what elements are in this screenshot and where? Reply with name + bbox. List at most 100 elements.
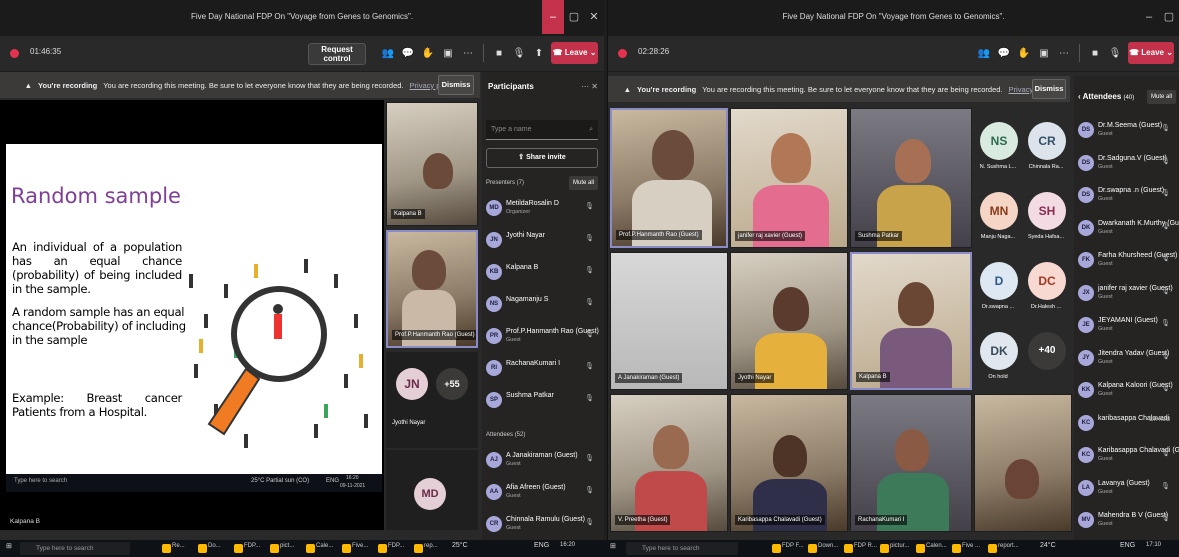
- mute-all-button[interactable]: Mute all: [1146, 90, 1176, 104]
- taskbar-app[interactable]: pict...: [268, 543, 294, 554]
- avatar-d[interactable]: D: [980, 262, 1018, 300]
- mic-muted-icon[interactable]: 🎙: [1161, 287, 1170, 295]
- people-icon[interactable]: 👥: [976, 44, 992, 64]
- camera-icon[interactable]: ■: [491, 44, 507, 64]
- camera-icon[interactable]: ■: [1087, 44, 1103, 64]
- people-icon[interactable]: 👥: [380, 44, 396, 64]
- taskbar-app[interactable]: FDP...: [376, 543, 404, 554]
- mic-muted-icon[interactable]: 🎙: [1161, 449, 1170, 457]
- mic-muted-icon[interactable]: 🎙: [1161, 514, 1170, 522]
- video-tile-preetha[interactable]: V. Preetha (Guest): [610, 394, 728, 532]
- participant-row[interactable]: DS Dr.swapna .n (Guest) Guest 🎙: [1074, 181, 1179, 213]
- video-tile-jyothi[interactable]: Jyothi Nayar: [730, 252, 848, 390]
- video-tile-sushma[interactable]: Sushma Patkar: [850, 108, 972, 248]
- avatar-cr[interactable]: CR: [1028, 122, 1066, 160]
- participant-row[interactable]: SP Sushma Patkar 🎙: [482, 386, 604, 418]
- participant-row[interactable]: JX janifer raj xavier (Guest) Guest 🎙: [1074, 279, 1179, 311]
- avatar-md[interactable]: MD: [414, 478, 446, 510]
- mic-muted-icon[interactable]: 🎙: [1161, 352, 1170, 360]
- overflow-count[interactable]: +40: [1028, 332, 1066, 370]
- participant-row[interactable]: AA Afia Afreen (Guest) Guest 🎙: [482, 478, 604, 510]
- mic-muted-icon[interactable]: 🎙: [585, 518, 594, 526]
- participant-row[interactable]: JN Jyothi Nayar 🎙: [482, 226, 604, 258]
- mic-muted-icon[interactable]: 🎙: [1161, 157, 1170, 165]
- taskbar-search[interactable]: Type here to search: [20, 542, 130, 555]
- taskbar-app[interactable]: Five ...: [950, 543, 980, 554]
- mic-muted-icon[interactable]: 🎙: [585, 202, 594, 210]
- taskbar-app[interactable]: Five...: [340, 543, 368, 554]
- taskbar-search-2[interactable]: Type here to search: [626, 542, 738, 555]
- minimize-button[interactable]: –: [542, 0, 564, 34]
- taskbar-app[interactable]: Cale...: [304, 543, 333, 554]
- taskbar-app[interactable]: rep...: [412, 543, 438, 554]
- mute-all-button[interactable]: Mute all: [568, 176, 598, 190]
- react-icon[interactable]: ✋: [1016, 44, 1032, 64]
- share-invite-button[interactable]: ⇪ Share invite: [486, 148, 598, 168]
- overflow-count[interactable]: +55: [436, 368, 468, 400]
- video-tile-kalpana[interactable]: Kalpana B: [850, 252, 972, 390]
- video-tile-unnamed[interactable]: [974, 394, 1072, 532]
- chat-icon[interactable]: 💬: [400, 44, 416, 64]
- mic-muted-icon[interactable]: 🎙: [1161, 384, 1170, 392]
- taskbar-app[interactable]: Do...: [196, 543, 221, 554]
- participant-row[interactable]: KC karibasappa Chalavadi On hold: [1074, 409, 1179, 441]
- more-icon[interactable]: ⋯: [1056, 44, 1072, 64]
- mic-muted-icon[interactable]: 🎙: [585, 330, 594, 338]
- request-control-button[interactable]: Request control: [308, 43, 366, 65]
- taskbar-app[interactable]: report...: [986, 543, 1019, 554]
- participant-row[interactable]: KB Kalpana B 🎙: [482, 258, 604, 290]
- taskbar-app[interactable]: FDP R...: [842, 543, 877, 554]
- mic-muted-icon[interactable]: 🎙: [1161, 319, 1170, 327]
- avatar-sh[interactable]: SH: [1028, 192, 1066, 230]
- mic-muted-icon[interactable]: 🎙: [585, 266, 594, 274]
- participant-row[interactable]: AJ A Janakiraman (Guest) Guest 🎙: [482, 446, 604, 478]
- mic-muted-icon[interactable]: 🎙: [1161, 222, 1170, 230]
- mic-muted-icon[interactable]: 🎙: [585, 298, 594, 306]
- participant-row[interactable]: DKDwarkanath K.Murthy (Guest)Guest🎙: [1074, 214, 1179, 246]
- participant-row[interactable]: MD MetildaRosalin D Organizer 🎙: [482, 194, 604, 226]
- mic-muted-icon[interactable]: 🎙: [585, 362, 594, 370]
- participant-search-input[interactable]: Type a name ⌕: [486, 120, 598, 140]
- video-tile-janakiraman[interactable]: A Janakiraman (Guest): [610, 252, 728, 390]
- taskbar-app[interactable]: Down...: [806, 543, 838, 554]
- participant-row[interactable]: JE JEYAMANI (Guest) Guest 🎙: [1074, 311, 1179, 343]
- mic-muted-icon[interactable]: 🎙: [585, 454, 594, 462]
- participant-row[interactable]: KK Kalpana Kaloori (Guest) Guest 🎙: [1074, 376, 1179, 408]
- more-icon[interactable]: ⋯: [460, 44, 476, 64]
- react-icon[interactable]: ✋: [420, 44, 436, 64]
- taskbar-app[interactable]: FDP...: [232, 543, 260, 554]
- dismiss-button[interactable]: Dismiss: [438, 75, 474, 95]
- participant-row[interactable]: CR Chinnala Ramulu (Guest) Guest 🎙: [482, 510, 604, 540]
- video-tile-rachana[interactable]: RachanaKumari I: [850, 394, 972, 532]
- participant-row[interactable]: PR Prof.P.Hanmanth Rao (Guest) Guest 🎙: [482, 322, 604, 354]
- taskbar-app[interactable]: pictur...: [878, 543, 909, 554]
- participant-row[interactable]: JY Jitendra Yadav (Guest) Guest 🎙: [1074, 344, 1179, 376]
- dismiss-button[interactable]: Dismiss: [1032, 79, 1066, 99]
- video-tile-karibasappa[interactable]: Karibasappa Chalavadi (Guest): [730, 394, 848, 532]
- avatar-ns[interactable]: NS: [980, 122, 1018, 160]
- avatar-mn[interactable]: MN: [980, 192, 1018, 230]
- participant-row[interactable]: KCKaribasappa Chalavadi (Guest)Guest🎙: [1074, 441, 1179, 473]
- share-icon[interactable]: ⬆: [531, 44, 547, 64]
- rooms-icon[interactable]: ▣: [1036, 44, 1052, 64]
- mic-muted-icon[interactable]: 🎙: [585, 486, 594, 494]
- participant-row[interactable]: MV Mahendra B V (Guest) Guest 🎙: [1074, 506, 1179, 538]
- minimize-button[interactable]: –: [1139, 0, 1159, 34]
- participant-row[interactable]: NS Nagamanju S 🎙: [482, 290, 604, 322]
- participant-row[interactable]: DS Dr.Sadguna.V (Guest) Guest 🎙: [1074, 149, 1179, 181]
- mic-muted-icon[interactable]: 🎙: [585, 394, 594, 402]
- close-icon[interactable]: ✕: [584, 0, 604, 34]
- taskbar-app[interactable]: Re...: [160, 543, 185, 554]
- taskbar-app[interactable]: Calen...: [914, 543, 947, 554]
- rooms-icon[interactable]: ▣: [440, 44, 456, 64]
- mic-icon[interactable]: 🎙: [1107, 44, 1123, 64]
- video-tile-hanmanth[interactable]: Prof.P.Hanmanth Rao (Guest): [386, 230, 478, 348]
- mic-muted-icon[interactable]: 🎙: [585, 234, 594, 242]
- mic-icon[interactable]: 🎙: [511, 44, 527, 64]
- start-icon-2[interactable]: ⊞: [610, 542, 616, 550]
- participant-row[interactable]: RI RachanaKumari I 🎙: [482, 354, 604, 386]
- panel-close-icon[interactable]: ⋯ ✕: [581, 82, 598, 91]
- participant-row[interactable]: FK Farha Khursheed (Guest) Guest 🎙: [1074, 246, 1179, 278]
- avatar-dc[interactable]: DC: [1028, 262, 1066, 300]
- video-tile-kalpana[interactable]: Kalpana B: [386, 102, 478, 226]
